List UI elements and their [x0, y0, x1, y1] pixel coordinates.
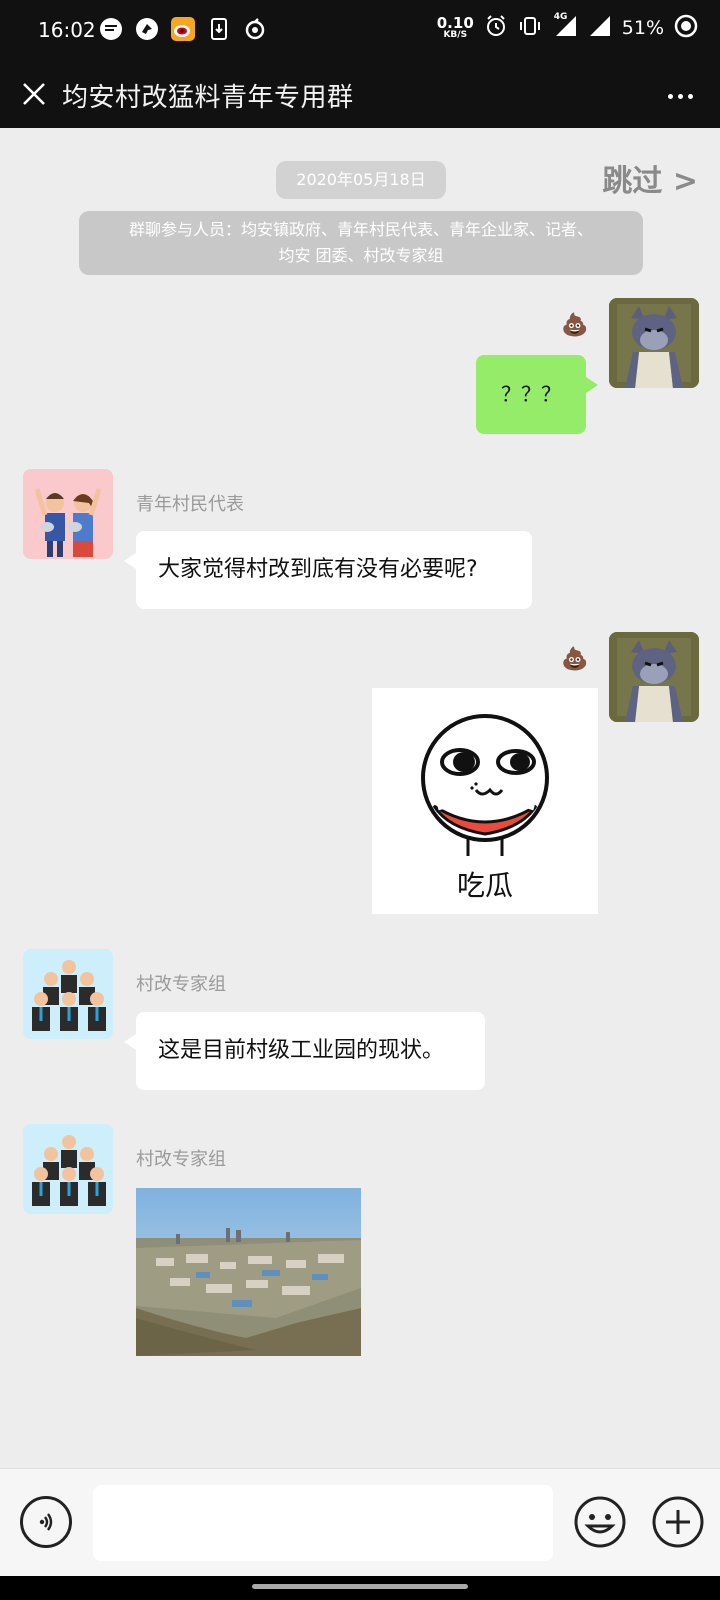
my-avatar[interactable] — [609, 632, 699, 722]
emoji-button[interactable] — [572, 1494, 628, 1550]
sender-name: 村改专家组 — [136, 1149, 226, 1170]
voice-button[interactable] — [20, 1496, 72, 1548]
plus-button[interactable] — [650, 1494, 706, 1550]
message-app-icon — [98, 16, 124, 42]
close-button[interactable] — [14, 74, 54, 114]
my-avatar[interactable] — [609, 298, 699, 388]
alarm-icon — [484, 14, 508, 42]
chat-title: 均安村改猛料青年专用群 — [62, 83, 354, 113]
weibo-icon — [170, 16, 196, 42]
industrial-park-photo — [136, 1188, 361, 1356]
sender-name: 青年村民代表 — [136, 494, 244, 515]
home-gesture-handle[interactable] — [252, 1584, 468, 1589]
notification-icons — [98, 16, 268, 42]
avatar-expert-group[interactable] — [23, 949, 113, 1039]
battery-percent: 51% — [621, 17, 664, 39]
battery-icon — [674, 14, 698, 42]
network-speed: 0.10 KB/S — [436, 14, 474, 40]
message-input[interactable] — [93, 1485, 553, 1561]
input-bar — [0, 1468, 720, 1576]
sender-name: 村改专家组 — [136, 974, 226, 995]
chat-header: 均安村改猛料青年专用群 — [0, 62, 720, 128]
avatar-youth-rep[interactable] — [23, 469, 113, 559]
close-icon — [23, 83, 45, 105]
image-message[interactable] — [136, 1188, 361, 1356]
more-icon — [667, 93, 673, 99]
download-icon — [206, 16, 232, 42]
signal-4g-icon: 4G — [552, 12, 578, 42]
vibrate-icon — [518, 14, 542, 42]
system-notice: 群聊参与人员：均安镇政府、青年村民代表、青年企业家、记者、 均安 团委、村改专家… — [79, 211, 643, 275]
more-button[interactable] — [658, 76, 702, 116]
netease-music-icon — [242, 16, 268, 42]
poop-icon: 💩 — [561, 313, 589, 338]
status-bar: 16:02 0.10 KB/S 4G 51% — [0, 0, 720, 62]
message-bubble-other[interactable]: 大家觉得村改到底有没有必要呢? — [124, 531, 532, 609]
system-nav-bar — [0, 1576, 720, 1600]
status-time: 16:02 — [38, 18, 96, 42]
avatar-expert-group[interactable] — [23, 1124, 113, 1214]
voice-icon — [39, 1513, 53, 1531]
status-right: 0.10 KB/S 4G 51% — [436, 12, 698, 42]
sticker-message[interactable]: 吃瓜 — [372, 688, 598, 914]
skip-button[interactable]: 跳过 > — [602, 156, 698, 200]
message-bubble-mine[interactable]: ？？？ — [476, 355, 598, 434]
message-bubble-other[interactable]: 这是目前村级工业园的现状。 — [124, 1012, 485, 1090]
poop-icon: 💩 — [561, 647, 589, 672]
date-label: 2020年05月18日 — [276, 161, 446, 199]
plus-icon — [652, 1496, 704, 1548]
emoji-icon — [574, 1496, 626, 1548]
signal-icon — [588, 14, 612, 42]
bird-app-icon — [134, 16, 160, 42]
sticker-caption: 吃瓜 — [456, 869, 513, 902]
